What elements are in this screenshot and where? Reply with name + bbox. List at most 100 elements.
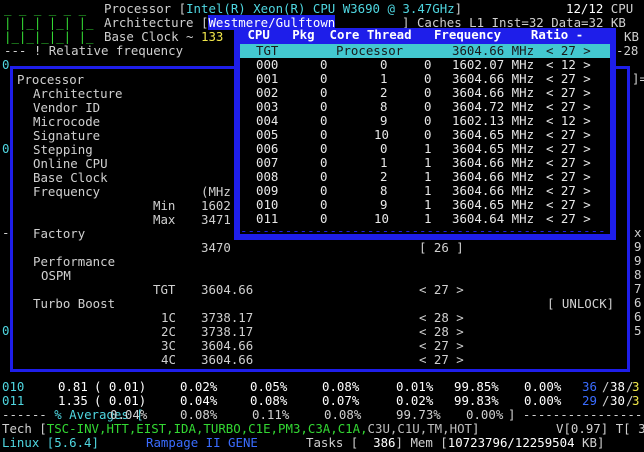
core-c6: 0.01% [396, 379, 434, 394]
popup-thread: 1 [424, 155, 432, 170]
core-c7: 99.85% [454, 379, 499, 394]
turbo-core-value: 3604.66 [201, 352, 254, 367]
popup-cpu: TGT [256, 43, 279, 58]
popup-row[interactable]: 006 0 0 1 3604.65 MHz < 27 > [240, 142, 610, 156]
frequency-unit: (MHz [201, 184, 231, 199]
popup-row[interactable]: 003 0 8 0 3604.72 MHz < 27 > [240, 100, 610, 114]
popup-row[interactable]: 009 0 8 1 3604.66 MHz < 27 > [240, 184, 610, 198]
popup-core: 9 [380, 197, 388, 212]
popup-thread: 1 [424, 183, 432, 198]
popup-ratio: < 27 > [546, 99, 591, 114]
core-c7: 99.83% [454, 393, 499, 408]
turbo-core-label: 2C [161, 324, 176, 339]
popup-thread: 0 [424, 57, 432, 72]
popup-frequency: 1602.13 MHz [452, 113, 535, 128]
popup-thread: 0 [424, 99, 432, 114]
performance-label: Performance [33, 254, 116, 269]
processor-line: Processor [Intel(R) Xeon(R) CPU W3690 @ … [104, 1, 463, 16]
popup-frequency: 3604.66 MHz [452, 43, 535, 58]
popup-thread: 1 [424, 169, 432, 184]
right-edge-marker: ]= [632, 71, 644, 86]
left-edge-mark-3: - [2, 225, 10, 240]
right-edge-digit: 7 [634, 281, 642, 296]
popup-cpu: 001 [256, 71, 279, 86]
popup-row[interactable]: TGT Processor 3604.66 MHz < 27 > [240, 44, 610, 58]
relative-frequency-bar: --- ! Relative frequency [4, 43, 184, 58]
popup-cpu: 004 [256, 113, 279, 128]
popup-pkg: 0 [320, 169, 328, 184]
core-ipc: ( 0.01) [94, 393, 147, 408]
core-c1: 0.05% [250, 379, 288, 394]
popup-cpu: 000 [256, 57, 279, 72]
popup-thread: 1 [424, 141, 432, 156]
core-c0: 0.04% [180, 393, 218, 408]
popup-row[interactable]: 007 0 1 1 3604.66 MHz < 27 > [240, 156, 610, 170]
voltage-temp: V[0.97] T[ 37] [556, 421, 644, 436]
popup-row[interactable]: 004 0 9 0 1602.13 MHz < 12 > [240, 114, 610, 128]
popup-core: 1 [380, 71, 388, 86]
core-ratio: 1.35 [58, 393, 88, 408]
core-temp-3: 3 [632, 379, 640, 394]
top-bar-graph-1: | |_| |_| |_ [4, 15, 94, 30]
turbo-core-label: 3C [161, 338, 176, 353]
popup-cpu: 008 [256, 169, 279, 184]
popup-row[interactable]: 008 0 2 1 3604.66 MHz < 27 > [240, 170, 610, 184]
l3-unit: KB [624, 29, 639, 44]
tgt-ratio-stepper[interactable]: < 27 > [419, 283, 464, 297]
popup-ratio: < 12 > [546, 57, 591, 72]
popup-cpu: 007 [256, 155, 279, 170]
popup-frequency: 3604.66 MHz [452, 155, 535, 170]
core-cx: 0.00% [524, 393, 562, 408]
popup-ratio: < 27 > [546, 183, 591, 198]
popup-cpu: 010 [256, 197, 279, 212]
popup-row[interactable]: 001 0 1 0 3604.66 MHz < 27 > [240, 72, 610, 86]
popup-thread: 0 [424, 127, 432, 142]
cpu-select-popup[interactable]: CPU Pkg Core Thread Frequency Ratio - TG… [234, 28, 616, 240]
processor-item: Frequency [33, 184, 101, 199]
popup-core: 9 [380, 113, 388, 128]
popup-cpu: 005 [256, 127, 279, 142]
popup-cpu: 006 [256, 141, 279, 156]
turbo-ratio-stepper[interactable]: < 28 > [419, 311, 464, 325]
cpu-count: 12/12 CPU [566, 1, 634, 16]
core-temp-1: 29 [582, 393, 597, 408]
relative-frequency-end: -28 [616, 43, 639, 58]
core-c3: 0.07% [322, 393, 360, 408]
popup-row[interactable]: 010 0 9 1 3604.65 MHz < 27 > [240, 198, 610, 212]
popup-row[interactable]: 000 0 0 0 1602.07 MHz < 12 > [240, 58, 610, 72]
popup-core: 10 [374, 127, 389, 142]
tgt-label: TGT [153, 282, 176, 297]
right-edge-digit: 5 [634, 323, 642, 338]
popup-frequency: 3604.65 MHz [452, 127, 535, 142]
popup-frequency: 3604.65 MHz [452, 197, 535, 212]
right-edge-digit: 9 [634, 239, 642, 254]
popup-frequency: 3604.72 MHz [452, 99, 535, 114]
popup-pkg: 0 [320, 71, 328, 86]
turbo-ratio-stepper[interactable]: < 27 > [419, 353, 464, 367]
turbo-core-label: 1C [161, 310, 176, 325]
popup-ratio: < 12 > [546, 113, 591, 128]
popup-pkg: 0 [320, 85, 328, 100]
core-c3: 0.08% [322, 379, 360, 394]
popup-list[interactable]: TGT Processor 3604.66 MHz < 27 >000 0 0 0 1602.… [240, 44, 610, 238]
unlock-button[interactable]: [ UNLOCK] [547, 297, 614, 311]
turbo-ratio-stepper[interactable]: < 27 > [419, 339, 464, 353]
core-temp-sep-1: / [602, 393, 610, 408]
turbo-boost-label: Turbo Boost [33, 296, 116, 311]
popup-ratio: < 27 > [546, 155, 591, 170]
right-edge-digit: 6 [634, 295, 642, 310]
left-edge-digits: 0 [2, 57, 10, 72]
processor-item: Signature [33, 128, 101, 143]
popup-core: 0 [380, 57, 388, 72]
popup-row[interactable]: 005 0 10 0 3604.65 MHz < 27 > [240, 128, 610, 142]
processor-item: Online CPU [33, 156, 108, 171]
top-bar-markers: _ _ _ _ _ _ [4, 1, 87, 16]
popup-core: 0 [380, 141, 388, 156]
popup-row[interactable]: 002 0 2 0 3604.66 MHz < 27 > [240, 86, 610, 100]
left-edge-mark-1: 0 [2, 141, 10, 156]
popup-core: 1 [380, 155, 388, 170]
averages-line: ------ % Averages [0.04% 0.08% 0.11% 0.08% 9… [2, 407, 644, 422]
turbo-ratio-stepper[interactable]: < 28 > [419, 325, 464, 339]
popup-core: 8 [380, 99, 388, 114]
turbo-core-label: 4C [161, 352, 176, 367]
